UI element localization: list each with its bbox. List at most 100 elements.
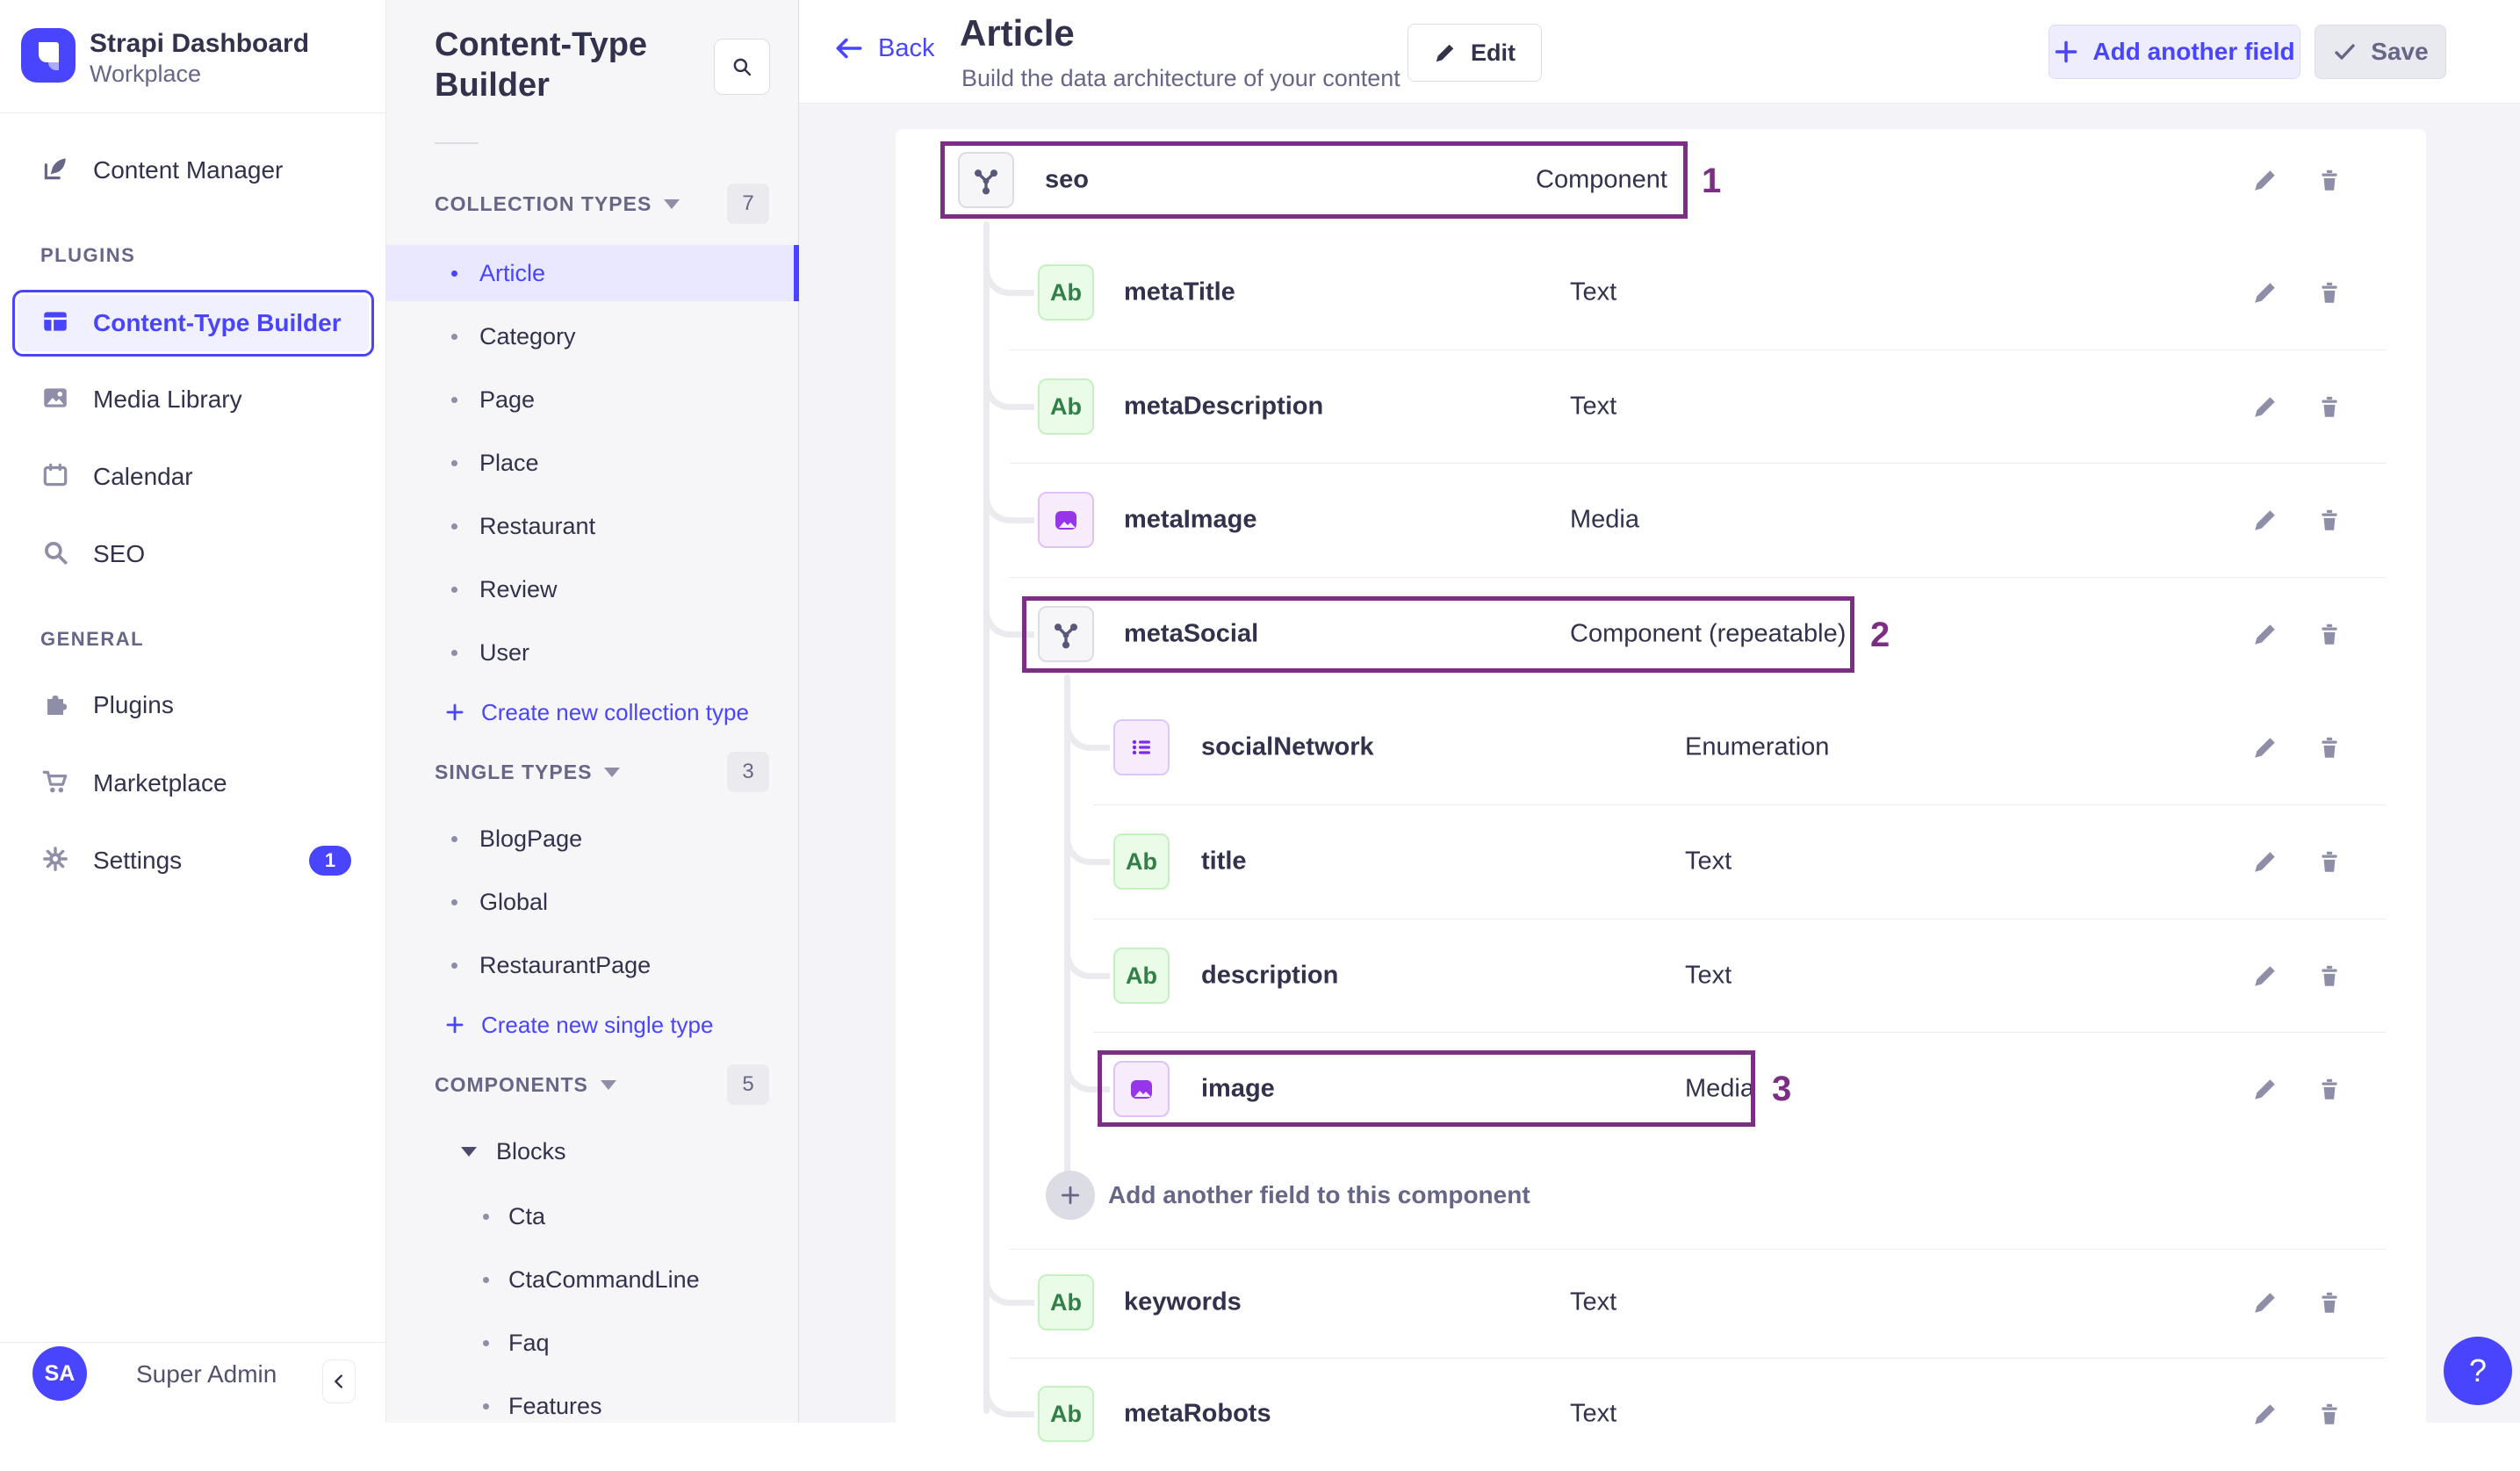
sidebar-item-label: Content-Type Builder (93, 309, 342, 336)
trash-icon (2322, 737, 2337, 758)
sidebar-item-settings[interactable]: Settings 1 (0, 829, 386, 892)
sidebar-item-cta[interactable]: Cta (386, 1188, 799, 1244)
avatar[interactable]: SA (32, 1346, 87, 1401)
field-name: metaTitle (1124, 278, 1235, 306)
collapse-sidebar-button[interactable] (322, 1359, 356, 1403)
sidebar-item-restaurantpage[interactable]: RestaurantPage (386, 937, 799, 993)
bullet-icon (483, 1339, 489, 1346)
save-button[interactable]: Save (2315, 25, 2446, 79)
sidebar-item-seo[interactable]: SEO (0, 523, 386, 586)
search-button[interactable] (714, 39, 770, 95)
single-types-header[interactable]: SINGLE TYPES (435, 752, 621, 792)
collection-types-header[interactable]: COLLECTION TYPES (435, 184, 680, 224)
bullet-icon (483, 1276, 489, 1283)
edit-field-button[interactable] (2248, 389, 2283, 424)
components-header[interactable]: COMPONENTS (435, 1064, 616, 1105)
add-another-field-button[interactable]: Add another field (2048, 25, 2300, 79)
sidebar-item-features[interactable]: Features (386, 1378, 799, 1434)
delete-field-button[interactable] (2312, 844, 2347, 879)
sidebar-item-content-type-builder[interactable]: Content-Type Builder (12, 290, 374, 357)
create-collection-type-link[interactable]: Create new collection type (386, 684, 799, 740)
sidebar-item-faq[interactable]: Faq (386, 1315, 799, 1371)
delete-field-button[interactable] (2312, 162, 2347, 198)
delete-field-button[interactable] (2312, 1285, 2347, 1320)
sidebar-item-page[interactable]: Page (386, 371, 799, 428)
sidebar-item-plugins[interactable]: Plugins (0, 674, 386, 737)
field-row-image: image Media (896, 1032, 2426, 1146)
components-count: 5 (727, 1064, 769, 1105)
sidebar-item-ctacommandline[interactable]: CtaCommandLine (386, 1251, 799, 1308)
annotation-number-1: 1 (1702, 162, 1722, 200)
add-field-to-component-row[interactable]: Add another field to this component (896, 1138, 2426, 1252)
cart-icon (40, 767, 70, 801)
sidebar-item-article[interactable]: Article (386, 245, 799, 301)
delete-field-button[interactable] (2312, 1071, 2347, 1107)
sidebar-item-review[interactable]: Review (386, 561, 799, 617)
delete-field-button[interactable] (2312, 502, 2347, 537)
sidebar-item-media-library[interactable]: Media Library (0, 368, 386, 431)
pencil-icon (2255, 283, 2275, 303)
sidebar-item-blogpage[interactable]: BlogPage (386, 811, 799, 867)
sidebar-item-label: Content Manager (93, 156, 284, 184)
edit-field-button[interactable] (2248, 730, 2283, 765)
create-single-type-link[interactable]: Create new single type (386, 997, 799, 1053)
plus-circle-icon[interactable] (1046, 1171, 1095, 1220)
edit-field-button[interactable] (2248, 1071, 2283, 1107)
edit-field-button[interactable] (2248, 1396, 2283, 1431)
field-row-metatitle: Ab metaTitle Text (896, 235, 2426, 350)
edit-field-button[interactable] (2248, 162, 2283, 198)
back-link[interactable]: Back (832, 33, 934, 63)
text-field-icon: Ab (1113, 833, 1170, 890)
delete-field-button[interactable] (2312, 958, 2347, 993)
chevron-down-icon (604, 767, 621, 777)
text-field-icon: Ab (1038, 1386, 1094, 1442)
component-field-icon (1038, 606, 1094, 662)
delete-field-button[interactable] (2312, 617, 2347, 652)
sidebar-item-global[interactable]: Global (386, 874, 799, 930)
app-title: Strapi Dashboard (90, 29, 310, 58)
field-name: title (1201, 847, 1247, 876)
sidebar-item-place[interactable]: Place (386, 435, 799, 491)
edit-field-button[interactable] (2248, 1285, 2283, 1320)
sidebar-section-general: GENERAL (40, 628, 145, 650)
gear-icon (40, 844, 70, 878)
bullet-icon (451, 459, 457, 466)
component-category-blocks[interactable]: Blocks (386, 1123, 799, 1179)
edit-field-button[interactable] (2248, 502, 2283, 537)
strapi-logo (21, 28, 76, 83)
field-name: metaImage (1124, 505, 1257, 534)
edit-field-button[interactable] (2248, 958, 2283, 993)
sidebar-item-restaurant[interactable]: Restaurant (386, 498, 799, 554)
edit-field-button[interactable] (2248, 617, 2283, 652)
add-field-to-component-label[interactable]: Add another field to this component (1108, 1181, 1530, 1209)
sidebar-item-label: Settings (93, 847, 183, 874)
text-field-icon: Ab (1038, 264, 1094, 321)
pencil-icon (2255, 510, 2275, 530)
delete-field-button[interactable] (2312, 1396, 2347, 1431)
field-type: Text (1570, 1287, 1617, 1316)
edit-button[interactable]: Edit (1408, 24, 1542, 82)
sidebar-item-calendar[interactable]: Calendar (0, 445, 386, 508)
edit-field-button[interactable] (2248, 844, 2283, 879)
delete-field-button[interactable] (2312, 275, 2347, 310)
delete-field-button[interactable] (2312, 730, 2347, 765)
pencil-icon (2255, 966, 2275, 986)
calendar-icon (40, 460, 70, 494)
workspace-header[interactable]: Strapi Dashboard Workplace (0, 0, 386, 113)
sidebar-item-content-manager[interactable]: Content Manager (0, 139, 386, 202)
sidebar-item-label: SEO (93, 540, 146, 567)
bullet-icon (451, 523, 457, 530)
delete-field-button[interactable] (2312, 389, 2347, 424)
search-icon (40, 537, 70, 572)
pencil-icon (2255, 170, 2275, 191)
help-button[interactable]: ? (2444, 1337, 2512, 1405)
pencil-icon (2255, 1404, 2275, 1424)
edit-field-button[interactable] (2248, 275, 2283, 310)
sidebar-item-user[interactable]: User (386, 624, 799, 681)
sidebar-item-category[interactable]: Category (386, 308, 799, 364)
plus-icon (2056, 40, 2077, 63)
trash-icon (2322, 396, 2337, 417)
sidebar-item-marketplace[interactable]: Marketplace (0, 752, 386, 815)
field-name: image (1201, 1074, 1275, 1103)
field-row-metaimage: metaImage Media (896, 463, 2426, 577)
